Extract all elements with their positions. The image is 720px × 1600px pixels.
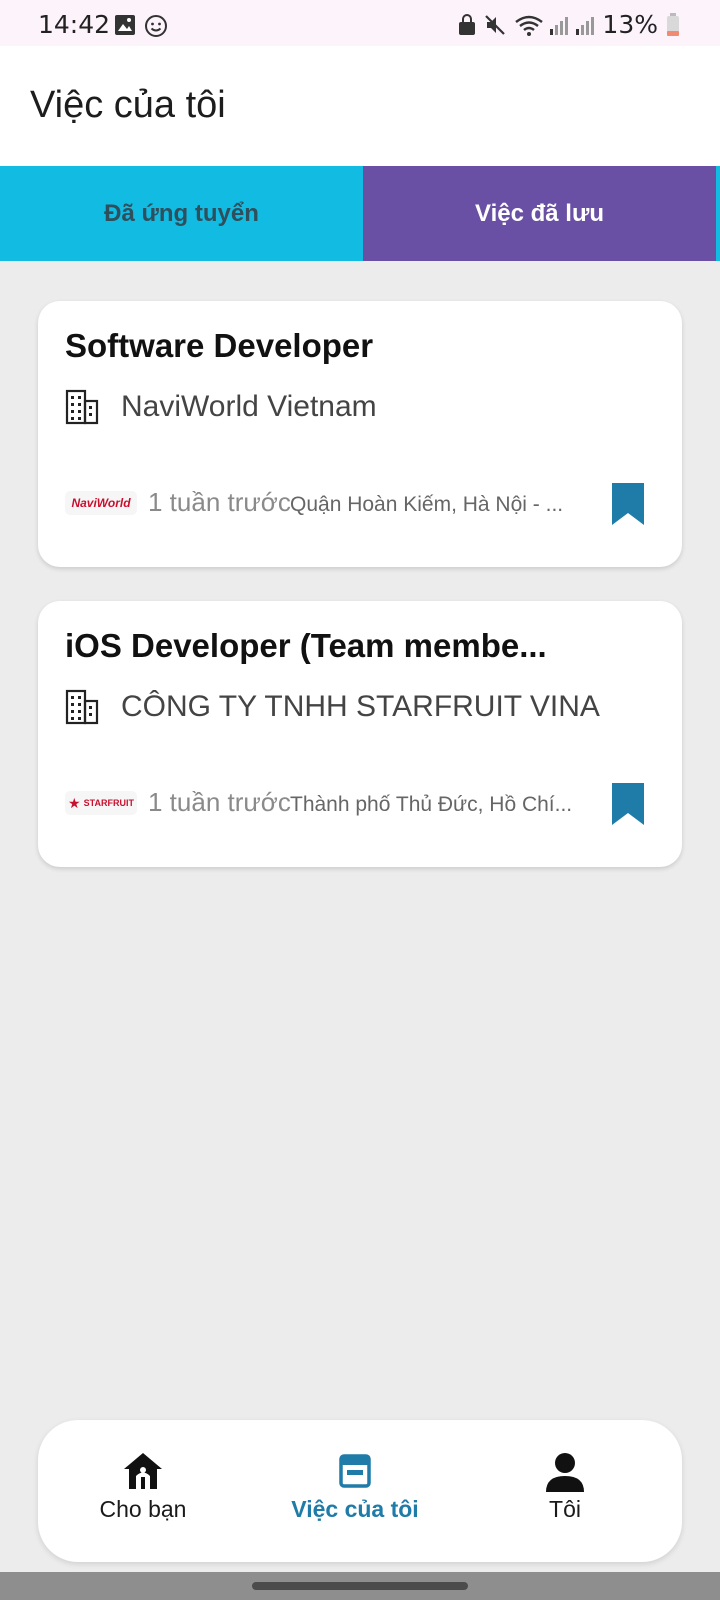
- job-location: Thành phố Thủ Đức, Hồ Chí...: [290, 793, 573, 816]
- emoji-icon: [145, 15, 167, 37]
- wifi-icon: [515, 15, 543, 36]
- calendar-icon: [339, 1454, 371, 1488]
- company-row: NaviWorld Vietnam: [65, 389, 377, 425]
- app-bar: Việc của tôi: [0, 46, 720, 166]
- home-gesture-handle[interactable]: [252, 1582, 468, 1590]
- lock-icon: [459, 14, 475, 35]
- person-icon: [546, 1453, 584, 1492]
- signal-icon: [550, 17, 568, 35]
- company-name: CÔNG TY TNHH STARFRUIT VINA: [121, 690, 600, 723]
- job-card[interactable]: iOS Developer (Team membe... CÔNG TY TNH…: [38, 601, 682, 867]
- bookmark-icon[interactable]: [610, 781, 646, 827]
- building-icon: [65, 389, 99, 425]
- nav-item-profile[interactable]: Tôi: [465, 1450, 665, 1540]
- job-location: Quận Hoàn Kiếm, Hà Nội - ...: [290, 493, 564, 516]
- battery-icon: [667, 13, 679, 36]
- home-icon: [124, 1453, 162, 1489]
- company-logo-text: NaviWorld: [71, 496, 131, 510]
- company-logo-text: STARFRUIT: [83, 798, 134, 808]
- image-icon: [115, 15, 135, 35]
- nav-label-profile: Tôi: [549, 1496, 581, 1522]
- nav-label-my-jobs: Việc của tôi: [291, 1496, 419, 1522]
- job-card[interactable]: Software Developer NaviWorld Vietnam Nav…: [38, 301, 682, 567]
- posted-time: 1 tuần trước: [148, 487, 291, 517]
- signal-icon: [576, 17, 594, 35]
- mute-icon: [485, 15, 505, 35]
- posted-time: 1 tuần trước: [148, 787, 291, 817]
- battery-percentage: 13%: [602, 10, 658, 39]
- tab-bar: Đã ứng tuyển Việc đã lưu: [0, 166, 720, 261]
- tab-applied[interactable]: Đã ứng tuyển: [0, 166, 363, 261]
- nav-item-my-jobs[interactable]: Việc của tôi: [255, 1450, 455, 1540]
- status-bar: 14:42 13%: [0, 0, 720, 46]
- job-title: Software Developer: [65, 327, 374, 364]
- status-time: 14:42: [38, 10, 111, 39]
- company-name: NaviWorld Vietnam: [121, 390, 377, 423]
- star-icon: ★: [68, 794, 81, 811]
- building-icon: [65, 689, 99, 725]
- tab-saved[interactable]: Việc đã lưu: [363, 166, 716, 261]
- job-title: iOS Developer (Team membe...: [65, 627, 547, 664]
- bottom-nav: Cho bạn Việc của tôi Tôi: [38, 1420, 682, 1562]
- company-logo: ★ STARFRUIT: [65, 791, 137, 815]
- company-logo: NaviWorld: [65, 491, 137, 515]
- bookmark-icon[interactable]: [610, 481, 646, 527]
- page-title: Việc của tôi: [30, 84, 226, 126]
- nav-label-for-you: Cho bạn: [99, 1496, 187, 1522]
- nav-item-for-you[interactable]: Cho bạn: [43, 1450, 243, 1540]
- company-row: CÔNG TY TNHH STARFRUIT VINA: [65, 689, 600, 725]
